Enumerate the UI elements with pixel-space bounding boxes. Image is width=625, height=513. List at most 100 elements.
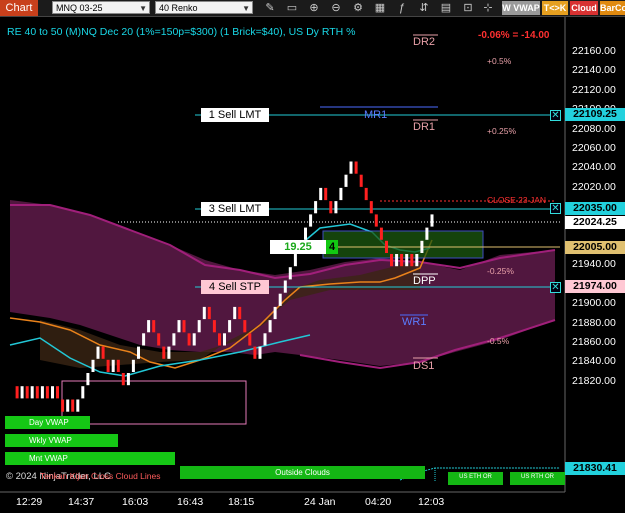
up-brick [147,320,151,333]
dr1-label: DR1 [413,121,436,133]
down-brick [157,333,161,346]
down-brick [369,201,373,214]
up-brick [126,373,130,386]
time-label: 04:20 [365,496,392,508]
up-brick [263,333,267,346]
up-brick [309,214,313,227]
price-tick-label: 22020.00 [572,180,616,193]
price-tick-label: 22040.00 [572,161,616,174]
close-23-jan-label: CLOSE 23 JAN [487,195,547,205]
down-brick [56,386,59,399]
down-brick [162,346,166,359]
up-brick [425,227,429,240]
up-brick [197,320,201,333]
price-tick-label: 21860.00 [572,336,616,348]
up-brick [304,227,307,240]
down-brick [35,386,39,399]
up-brick [20,386,24,399]
cancel-sell4-icon[interactable]: ✕ [550,282,561,293]
sell3-order-button[interactable]: 3 Sell LMT [201,202,269,216]
ds1-label: DS1 [413,360,435,372]
up-brick [258,346,262,359]
chart-info-text: RE 40 to 50 (M)NQ Dec 20 (1%=150p=$300) … [7,26,356,38]
position-zone [322,230,484,259]
mr1-label: MR1 [364,109,388,121]
down-brick [61,399,65,412]
up-brick [233,306,237,320]
down-brick [400,254,404,267]
tk-cross-overlay-text: Tenkan Kijun Cross Cloud Lines [40,471,161,481]
down-brick [106,359,110,372]
up-brick [91,359,95,372]
up-brick [415,254,419,267]
price-tick-label: 22160.00 [572,45,616,57]
price-tick-label: 21940.00 [572,258,616,271]
sell1-order-button[interactable]: 1 Sell LMT [201,108,269,122]
time-label: 18:15 [228,496,255,508]
sell4-order-button[interactable]: 4 Sell STP [201,280,269,294]
up-brick [395,254,399,267]
day-vwap-bar: Day VWAP [5,416,90,429]
down-brick [218,333,221,346]
chart-window: { "toolbar": { "app_label": "Chart", "in… [0,0,625,513]
up-brick [76,399,80,412]
minus-quarter-pct-label: -0.25% [487,266,514,276]
up-brick [202,306,206,320]
wr1-label: WR1 [402,316,427,328]
price-tick-label: 22140.00 [572,64,616,77]
up-brick [40,386,44,399]
up-brick [273,306,277,320]
up-brick [66,399,70,412]
up-brick [288,267,292,280]
down-brick [374,214,378,227]
time-label: 24 Jan [304,496,336,508]
down-brick [187,333,191,346]
down-brick [121,373,125,386]
price-tick-label: 21880.00 [572,316,616,329]
down-brick [71,399,75,412]
up-brick [349,161,353,174]
position-pnl-badge[interactable]: 19.25 [270,240,326,254]
up-brick [142,333,146,346]
down-brick [243,320,247,333]
time-label: 16:03 [122,496,149,508]
down-brick [238,306,242,320]
down-brick [379,227,383,240]
position-qty-badge[interactable]: 4 [326,240,338,254]
price-tick-label: 21840.00 [572,355,616,368]
time-label: 16:43 [177,496,204,508]
up-brick [192,333,196,346]
wkly-vwap-bar: Wkly VWAP [5,434,118,447]
up-brick [86,373,90,386]
cancel-sell3-icon[interactable]: ✕ [550,203,561,214]
down-brick [364,187,368,201]
down-brick [101,346,105,359]
up-brick [81,386,85,399]
price-tick-label: 21820.00 [572,374,616,387]
down-brick [45,386,49,399]
down-brick [248,333,252,346]
up-brick [339,187,343,201]
plus-half-pct-label: +0.5% [487,56,512,66]
sell3-price-badge: 22035.00 [565,202,625,215]
or-price-badge: 21830.41 [565,462,625,475]
up-brick [30,386,34,399]
up-brick [420,240,424,253]
down-brick [329,201,333,214]
plus-quarter-pct-label: +0.25% [487,126,517,136]
up-brick [314,201,318,214]
us-rth-or-bar: US RTH OR [510,472,565,485]
down-brick [152,320,156,333]
up-brick [293,254,297,267]
dr2-label: DR2 [413,36,436,48]
down-brick [25,386,29,399]
cancel-sell1-icon[interactable]: ✕ [550,110,561,121]
mnt-vwap-bar: Mnt VWAP [5,452,175,465]
entry-price-badge: 22005.00 [565,241,625,254]
up-brick [172,333,176,346]
up-brick [223,333,226,346]
sell4-price-badge: 21974.00 [565,280,625,293]
up-brick [334,201,338,214]
last-price-badge: 22024.25 [565,216,625,229]
up-brick [131,359,135,372]
